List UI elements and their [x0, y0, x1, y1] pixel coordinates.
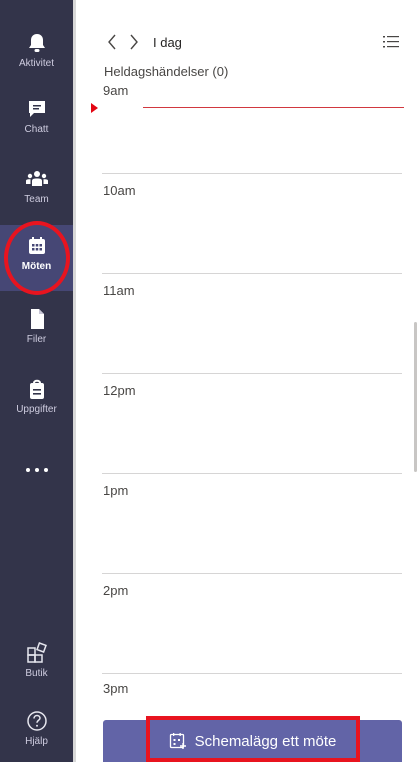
- calendar-icon: [24, 233, 50, 259]
- hour-divider: [102, 273, 402, 274]
- rail-item-label: Filer: [26, 334, 47, 345]
- rail-item-butik[interactable]: Butik: [0, 632, 73, 698]
- rail-item-label: Team: [24, 194, 49, 205]
- current-time-marker: [91, 103, 98, 113]
- rail-item-label: Hjälp: [25, 736, 48, 747]
- hour-label: 1pm: [103, 483, 129, 498]
- more-dots-icon[interactable]: [0, 458, 73, 482]
- hour-label: 3pm: [103, 681, 129, 696]
- hour-label: 10am: [103, 183, 136, 198]
- next-day-button[interactable]: [123, 31, 145, 53]
- rail-item-moten[interactable]: Möten: [0, 225, 73, 291]
- chat-icon: [24, 96, 50, 122]
- hour-divider: [102, 573, 402, 574]
- rail-item-label: Möten: [21, 261, 52, 272]
- hour-label: 2pm: [103, 583, 129, 598]
- team-icon: [24, 166, 50, 192]
- hour-divider: [102, 173, 402, 174]
- today-label[interactable]: I dag: [153, 35, 182, 50]
- app-rail: Aktivitet Chatt Team Möten Filer Uppgift…: [0, 0, 76, 762]
- allday-events-label[interactable]: Heldagshändelser (0): [104, 64, 228, 79]
- rail-item-team[interactable]: Team: [0, 158, 73, 224]
- list-icon: [383, 36, 399, 48]
- rail-item-aktivitet[interactable]: Aktivitet: [0, 22, 73, 88]
- calendar-panel: I dag Heldagshändelser (0) 9am 10am 11am…: [79, 0, 419, 762]
- previous-day-button[interactable]: [101, 31, 123, 53]
- schedule-meeting-button[interactable]: Schemalägg ett möte: [103, 720, 402, 762]
- current-time-line: [143, 107, 404, 108]
- hour-label: 11am: [103, 283, 135, 298]
- day-timeline[interactable]: 9am 10am 11am 12pm 1pm 2pm 3pm: [79, 83, 404, 697]
- date-navigation: I dag: [101, 30, 182, 54]
- hour-divider: [102, 473, 402, 474]
- rail-item-label: Butik: [25, 668, 48, 679]
- rail-item-uppgifter[interactable]: Uppgifter: [0, 368, 73, 434]
- rail-item-label: Aktivitet: [18, 58, 54, 69]
- hour-divider: [102, 373, 402, 374]
- chevron-left-icon: [108, 34, 116, 50]
- rail-item-chatt[interactable]: Chatt: [0, 88, 73, 154]
- calendar-add-icon: [169, 732, 187, 750]
- hour-divider: [102, 673, 402, 674]
- rail-item-hjalp[interactable]: Hjälp: [0, 700, 73, 766]
- bell-icon: [24, 30, 50, 56]
- hour-label: 12pm: [103, 383, 136, 398]
- schedule-meeting-label: Schemalägg ett möte: [194, 732, 337, 750]
- store-icon: [24, 640, 50, 666]
- file-icon: [24, 306, 50, 332]
- hour-label: 9am: [103, 83, 129, 98]
- timeline-scrollbar[interactable]: [414, 322, 417, 472]
- chevron-right-icon: [130, 34, 138, 50]
- rail-item-filer[interactable]: Filer: [0, 298, 73, 364]
- list-view-button[interactable]: [380, 31, 402, 53]
- help-icon: [24, 708, 50, 734]
- tasks-icon: [24, 376, 50, 402]
- rail-item-label: Uppgifter: [16, 404, 57, 415]
- rail-item-label: Chatt: [24, 124, 49, 135]
